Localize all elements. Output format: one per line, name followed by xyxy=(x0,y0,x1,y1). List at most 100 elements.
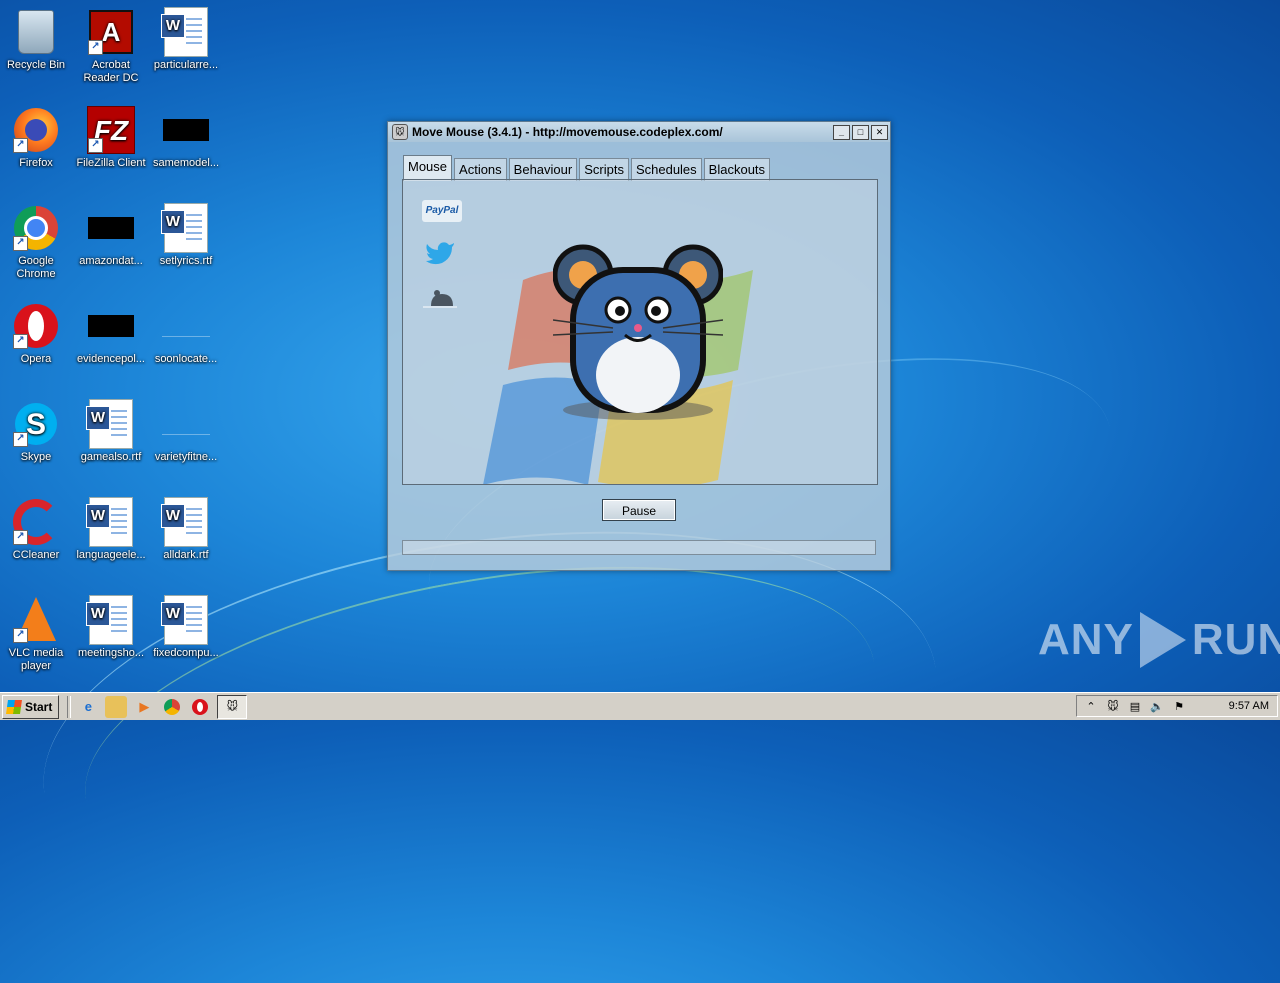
desktop-icon-label: meetingsho... xyxy=(77,647,145,659)
ie-icon[interactable]: e xyxy=(77,696,99,718)
vlc-icon: ↗ xyxy=(12,596,60,644)
desktop-icon-label: evidencepol... xyxy=(77,353,145,365)
desktop-icon-alldark[interactable]: W alldark.rtf xyxy=(148,497,224,562)
anyrun-watermark: ANY RUN xyxy=(1038,612,1280,668)
desktop-icon-ccleaner[interactable]: ↗ CCleaner xyxy=(0,498,74,562)
pause-button[interactable]: Pause xyxy=(602,499,676,521)
desktop-icon-filezilla[interactable]: FZ ↗ FileZilla Client xyxy=(73,106,149,170)
window-titlebar[interactable]: 🐭 Move Mouse (3.4.1) - http://movemouse.… xyxy=(388,122,890,142)
word-doc-icon: W xyxy=(86,497,135,547)
word-doc-icon: W xyxy=(86,595,135,645)
mouse-tab-panel: PayPal xyxy=(402,179,878,485)
window-title: Move Mouse (3.4.1) - http://movemouse.co… xyxy=(412,125,723,139)
desktop-icon-particularre[interactable]: W particularre... xyxy=(148,7,224,72)
desktop-icon-samemodel[interactable]: samemodel... xyxy=(148,106,224,170)
desktop-icon-label: Recycle Bin xyxy=(6,59,66,71)
quicklaunch-separator xyxy=(67,695,72,718)
desktop-icon-label: gamealso.rtf xyxy=(80,451,142,463)
windows-flag-icon xyxy=(6,699,22,714)
desktop-icon-meetingsho[interactable]: W meetingsho... xyxy=(73,595,149,660)
opera-taskbar-icon[interactable] xyxy=(189,696,211,718)
blank-file-icon xyxy=(162,400,210,448)
desktop-icon-label: FileZilla Client xyxy=(76,157,146,169)
paypal-donate-button[interactable]: PayPal xyxy=(422,200,462,222)
tab-mouse[interactable]: Mouse xyxy=(403,155,453,181)
system-tray: ⌃ 🐭 ▤ 🔈 ⚑ 9:57 AM xyxy=(1076,695,1278,717)
recycle-bin-icon xyxy=(12,8,60,56)
move-mouse-window: 🐭 Move Mouse (3.4.1) - http://movemouse.… xyxy=(387,121,891,571)
desktop-icon-label: soonlocate... xyxy=(154,353,218,365)
show-hidden-icons-icon[interactable]: ⌃ xyxy=(1083,698,1099,714)
minimize-button[interactable]: _ xyxy=(833,124,850,140)
desktop-icon-label: CCleaner xyxy=(12,549,60,561)
play-logo-icon xyxy=(1139,612,1186,668)
twitter-icon[interactable] xyxy=(425,240,455,266)
desktop-icon-languageele[interactable]: W languageele... xyxy=(73,497,149,562)
watermark-text-left: ANY xyxy=(1038,615,1134,664)
media-player-icon[interactable]: ▶ xyxy=(133,696,155,718)
desktop-icon-label: particularre... xyxy=(153,59,219,71)
tab-blackouts[interactable]: Blackouts xyxy=(703,158,771,181)
mouse-mascot-image xyxy=(553,244,723,420)
desktop-icon-varietyfitne[interactable]: varietyfitne... xyxy=(148,400,224,464)
taskbar-move-mouse[interactable]: 🐭 xyxy=(217,694,248,719)
opera-icon: ↗ xyxy=(12,302,60,350)
word-doc-icon: W xyxy=(161,595,210,645)
explorer-folder-icon[interactable] xyxy=(105,695,128,718)
desktop-icon-opera[interactable]: ↗ Opera xyxy=(0,302,74,366)
desktop-icon-gamealso[interactable]: W gamealso.rtf xyxy=(73,399,149,464)
mouse-logo-icon[interactable] xyxy=(423,288,457,308)
redacted-icon xyxy=(87,302,135,350)
acrobat-icon: A ↗ xyxy=(87,8,135,56)
app-icon: 🐭 xyxy=(392,124,408,140)
desktop-icon-label: samemodel... xyxy=(152,157,220,169)
word-doc-icon: W xyxy=(161,497,210,547)
desktop-icon-label: amazondat... xyxy=(79,255,143,267)
volume-icon[interactable]: 🔈 xyxy=(1149,698,1165,714)
desktop-icon-label: setlyrics.rtf xyxy=(159,255,213,267)
word-doc-icon: W xyxy=(86,399,135,449)
desktop-icon-evidencepol[interactable]: evidencepol... xyxy=(73,302,149,366)
watermark-text-right: RUN xyxy=(1191,615,1280,664)
blank-file-icon xyxy=(162,302,210,350)
desktop-icon-amazondat[interactable]: amazondat... xyxy=(73,204,149,268)
filezilla-icon: FZ ↗ xyxy=(87,106,135,154)
desktop-icon-firefox[interactable]: ↗ Firefox xyxy=(0,106,74,170)
skype-icon: S ↗ xyxy=(12,400,60,448)
desktop-icon-soonlocate[interactable]: soonlocate... xyxy=(148,302,224,366)
desktop-icon-label: varietyfitne... xyxy=(154,451,218,463)
desktop-icon-recycle-bin[interactable]: Recycle Bin xyxy=(0,8,74,72)
chrome-taskbar-icon[interactable] xyxy=(161,696,183,718)
ccleaner-icon: ↗ xyxy=(12,498,60,546)
maximize-button[interactable]: □ xyxy=(852,124,869,140)
desktop-icon-label: Skype xyxy=(20,451,52,463)
tab-behaviour[interactable]: Behaviour xyxy=(508,158,578,181)
tab-actions[interactable]: Actions xyxy=(454,158,507,181)
desktop-icon-label: Acrobat Reader DC xyxy=(83,59,139,84)
desktop-icon-vlc[interactable]: ↗ VLC media player xyxy=(0,596,74,673)
move-mouse-tray-icon[interactable]: 🐭 xyxy=(1105,698,1121,714)
desktop-icon-setlyrics[interactable]: W setlyrics.rtf xyxy=(148,203,224,268)
status-bar xyxy=(402,540,876,555)
tab-strip: Mouse Actions Behaviour Scripts Schedule… xyxy=(403,155,772,181)
desktop-icon-label: Firefox xyxy=(19,157,53,169)
desktop-icon-label: fixedcompu... xyxy=(153,647,219,659)
desktop-icon-label: VLC media player xyxy=(8,647,64,672)
desktop-icon-skype[interactable]: S ↗ Skype xyxy=(0,400,74,464)
desktop-icon-label: Google Chrome xyxy=(16,255,56,280)
desktop-icon-chrome[interactable]: ↗ Google Chrome xyxy=(0,204,74,281)
action-center-flag-icon[interactable]: ⚑ xyxy=(1171,698,1187,714)
chrome-icon: ↗ xyxy=(12,204,60,252)
redacted-icon xyxy=(162,106,210,154)
start-button[interactable]: Start xyxy=(2,694,60,719)
tab-schedules[interactable]: Schedules xyxy=(630,158,702,181)
clock[interactable]: 9:57 AM xyxy=(1229,700,1269,712)
firefox-icon: ↗ xyxy=(12,106,60,154)
desktop-icon-acrobat[interactable]: A ↗ Acrobat Reader DC xyxy=(73,8,149,85)
tab-scripts[interactable]: Scripts xyxy=(579,158,629,181)
desktop-icon-fixedcompu[interactable]: W fixedcompu... xyxy=(148,595,224,660)
network-icon[interactable]: ▤ xyxy=(1127,698,1143,714)
word-doc-icon: W xyxy=(161,7,210,57)
start-label: Start xyxy=(25,699,53,714)
close-button[interactable]: ✕ xyxy=(871,124,888,140)
